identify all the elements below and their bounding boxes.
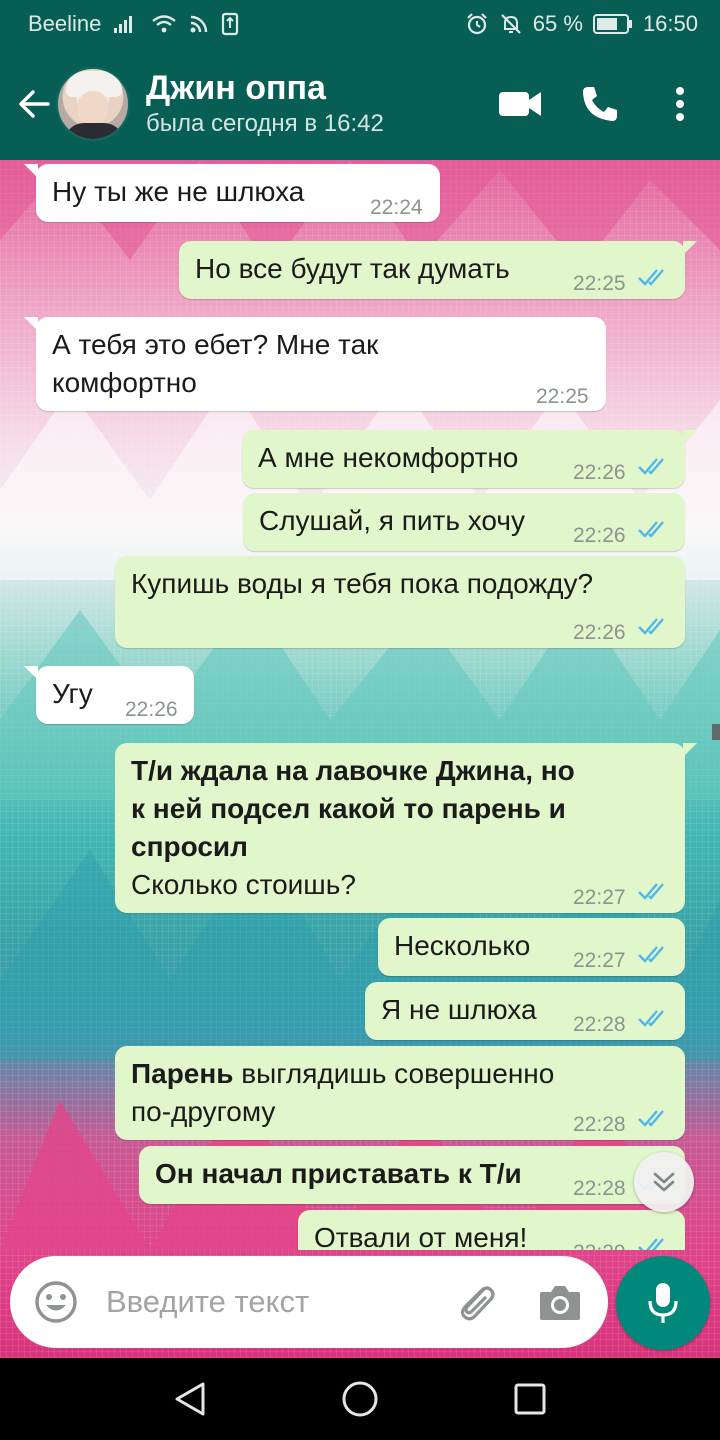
message-incoming[interactable]: Ну ты же не шлюха 22:24 bbox=[24, 164, 440, 222]
message-line: А тебя это ебет? Мне так bbox=[52, 329, 379, 360]
double-chevron-down-icon bbox=[653, 1172, 675, 1192]
battery-icon bbox=[592, 13, 633, 35]
message-outgoing[interactable]: Парень выглядишь совершенно по-другому 2… bbox=[115, 1046, 685, 1140]
message-outgoing[interactable]: Я не шлюха 22:28 bbox=[365, 982, 685, 1040]
message-line: спросил bbox=[131, 831, 248, 862]
message-time: 22:26 bbox=[573, 524, 626, 547]
message-outgoing[interactable]: Т/и ждала на лавочке Джина, но к ней под… bbox=[115, 743, 697, 913]
message-outgoing[interactable]: Но все будут так думать 22:25 bbox=[179, 241, 697, 299]
carrier-name: Beeline bbox=[28, 11, 102, 36]
message-time: 22:28 bbox=[573, 1013, 626, 1036]
mic-icon[interactable] bbox=[616, 1256, 710, 1350]
input-bar bbox=[0, 1250, 720, 1358]
back-arrow-icon[interactable] bbox=[12, 82, 56, 126]
message-text: А мне некомфортно bbox=[258, 442, 519, 473]
message-outgoing[interactable]: Купишь воды я тебя пока подожду? 22:26 bbox=[115, 556, 685, 648]
chat-area[interactable]: Ну ты же не шлюха 22:24 Но все будут так… bbox=[0, 160, 720, 1250]
read-receipt-icon bbox=[638, 269, 664, 286]
message-time: 22:27 bbox=[573, 886, 626, 909]
message-outgoing[interactable]: А мне некомфортно 22:26 bbox=[242, 430, 697, 488]
message-time: 22:24 bbox=[370, 196, 423, 219]
status-bar: Beeline 65 % 16:50 bbox=[0, 0, 720, 48]
clock: 16:50 bbox=[642, 11, 698, 36]
battery-percent: 65 % bbox=[532, 11, 583, 36]
read-receipt-icon bbox=[638, 521, 664, 538]
message-outgoing[interactable]: Несколько 22:27 bbox=[378, 918, 685, 976]
message-text: Я не шлюха bbox=[381, 994, 537, 1025]
message-line: Т/и ждала на лавочке Джина, но bbox=[131, 755, 575, 786]
usb-icon bbox=[221, 12, 239, 36]
message-time: 22:25 bbox=[573, 272, 626, 295]
message-text: Несколько bbox=[394, 930, 531, 961]
message-time: 22:26 bbox=[125, 698, 178, 721]
mute-icon bbox=[499, 12, 523, 36]
message-incoming[interactable]: Угу 22:26 bbox=[24, 666, 194, 724]
scroll-to-bottom-button[interactable] bbox=[634, 1152, 694, 1212]
message-text: Угу bbox=[52, 678, 93, 709]
message-input[interactable] bbox=[104, 1283, 428, 1321]
message-line: комфортно bbox=[52, 367, 197, 398]
nav-home-icon[interactable] bbox=[330, 1369, 390, 1429]
message-time: 22:26 bbox=[573, 461, 626, 484]
message-text: Слушай, я пить хочу bbox=[259, 505, 525, 536]
chat-header: Джин оппа была сегодня в 16:42 bbox=[0, 48, 720, 160]
message-outgoing[interactable]: Слушай, я пить хочу 22:26 bbox=[243, 493, 685, 551]
message-text: А тебя это ебет? Мне так комфортно bbox=[52, 326, 378, 402]
message-text: Т/и ждала на лавочке Джина, но к ней под… bbox=[131, 752, 575, 904]
read-receipt-icon bbox=[638, 1110, 664, 1127]
contact-info[interactable]: Джин оппа была сегодня в 16:42 bbox=[146, 68, 384, 140]
message-time: 22:28 bbox=[573, 1113, 626, 1136]
message-time: 22:29 bbox=[573, 1234, 626, 1250]
attach-icon[interactable] bbox=[448, 1274, 504, 1330]
read-receipt-icon bbox=[638, 618, 664, 635]
avatar[interactable] bbox=[56, 67, 130, 141]
signal-icon bbox=[113, 14, 139, 34]
message-outgoing[interactable]: Отвали от меня! 22:29 bbox=[298, 1210, 685, 1250]
read-receipt-icon bbox=[638, 458, 664, 475]
navigation-bar bbox=[0, 1358, 720, 1440]
last-seen-status: была сегодня в 16:42 bbox=[146, 110, 384, 137]
read-receipt-icon bbox=[638, 1238, 664, 1250]
message-text: Но все будут так думать bbox=[195, 253, 510, 284]
alarm-icon bbox=[465, 12, 489, 36]
video-call-icon[interactable] bbox=[480, 64, 560, 144]
message-text: Ну ты же не шлюха bbox=[52, 176, 305, 207]
message-line: выглядишь совершенно bbox=[233, 1058, 555, 1089]
nfc-icon bbox=[189, 14, 209, 34]
read-receipt-icon bbox=[638, 883, 664, 900]
message-text: Он начал приставать к Т/и bbox=[155, 1158, 522, 1189]
message-text: Отвали от меня! bbox=[314, 1222, 528, 1250]
emoji-icon[interactable] bbox=[30, 1276, 82, 1328]
more-vert-icon[interactable] bbox=[640, 64, 720, 144]
contact-name: Джин оппа bbox=[146, 69, 326, 107]
camera-icon[interactable] bbox=[532, 1274, 588, 1330]
message-line: Сколько стоишь? bbox=[131, 869, 356, 900]
nav-recents-icon[interactable] bbox=[500, 1369, 560, 1429]
message-time: 22:27 bbox=[573, 949, 626, 972]
message-time: 22:28 bbox=[573, 1177, 626, 1200]
message-line-bold: Парень bbox=[131, 1058, 234, 1089]
message-outgoing[interactable]: Он начал приставать к Т/и 22:28 bbox=[139, 1146, 685, 1204]
message-incoming[interactable]: А тебя это ебет? Мне так комфортно 22:25 bbox=[24, 317, 606, 411]
read-receipt-icon bbox=[638, 1010, 664, 1027]
message-time: 22:26 bbox=[573, 621, 626, 644]
wifi-icon bbox=[151, 14, 177, 34]
message-line: по-другому bbox=[131, 1096, 276, 1127]
message-time: 22:25 bbox=[536, 385, 589, 408]
message-text: Парень выглядишь совершенно по-другому bbox=[131, 1055, 554, 1131]
message-composer bbox=[10, 1256, 608, 1348]
scrollbar-thumb[interactable] bbox=[712, 724, 720, 740]
read-receipt-icon bbox=[638, 946, 664, 963]
phone-icon[interactable] bbox=[560, 64, 640, 144]
message-line: к ней подсел какой то парень и bbox=[131, 793, 566, 824]
message-text: Купишь воды я тебя пока подожду? bbox=[131, 568, 594, 599]
nav-back-icon[interactable] bbox=[160, 1369, 220, 1429]
